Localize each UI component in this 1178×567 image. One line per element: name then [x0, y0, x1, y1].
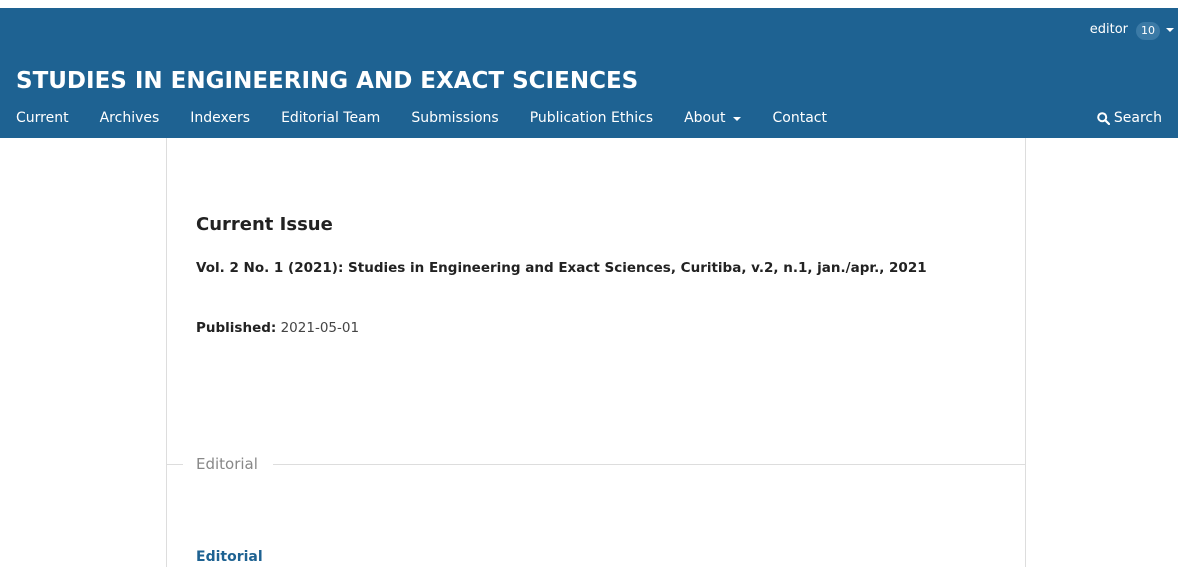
top-strip [0, 0, 1178, 8]
user-menu[interactable]: editor 10 [1090, 18, 1174, 40]
published-date: 2021-05-01 [280, 320, 360, 336]
search-label: Search [1113, 110, 1162, 126]
chevron-down-icon[interactable] [1166, 28, 1174, 32]
user-name[interactable]: editor [1090, 22, 1128, 37]
nav-current[interactable]: Current [16, 110, 69, 126]
page-title: Current Issue [196, 214, 333, 235]
nav-archives[interactable]: Archives [100, 110, 160, 126]
nav-publication-ethics[interactable]: Publication Ethics [530, 110, 653, 126]
published-label: Published: [196, 320, 277, 336]
search-link[interactable]: Search [1097, 108, 1162, 128]
section-divider [167, 464, 183, 465]
article-title-link[interactable]: Editorial [196, 549, 263, 565]
section-divider [273, 464, 1025, 465]
main-content: Current Issue Vol. 2 No. 1 (2021): Studi… [166, 138, 1026, 567]
notification-badge[interactable]: 10 [1136, 22, 1160, 40]
site-title[interactable]: STUDIES IN ENGINEERING AND EXACT SCIENCE… [16, 68, 638, 94]
nav-editorial-team[interactable]: Editorial Team [281, 110, 380, 126]
published-info: Published: 2021-05-01 [196, 320, 359, 336]
nav-indexers[interactable]: Indexers [190, 110, 250, 126]
primary-nav: Current Archives Indexers Editorial Team… [16, 108, 858, 128]
nav-about-label: About [684, 110, 726, 126]
site-header: editor 10 STUDIES IN ENGINEERING AND EXA… [0, 8, 1178, 138]
chevron-down-icon [733, 117, 742, 121]
section-header-editorial: Editorial [167, 454, 1025, 474]
section-label: Editorial [196, 455, 258, 473]
nav-about[interactable]: About [684, 110, 742, 126]
nav-contact[interactable]: Contact [772, 110, 826, 126]
nav-submissions[interactable]: Submissions [411, 110, 498, 126]
issue-title: Vol. 2 No. 1 (2021): Studies in Engineer… [196, 260, 927, 276]
search-icon [1097, 111, 1110, 125]
